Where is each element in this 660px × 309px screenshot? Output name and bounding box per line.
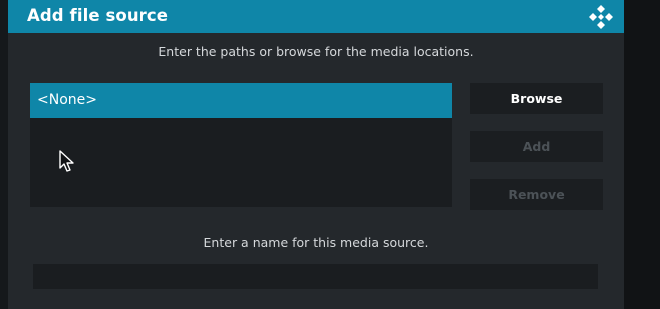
media-source-name-field[interactable] <box>33 264 598 289</box>
dialog-titlebar: Add file source <box>8 0 624 33</box>
name-instruction: Enter a name for this media source. <box>203 235 429 250</box>
path-list-item[interactable]: <None> <box>30 83 452 118</box>
background-right <box>624 0 660 309</box>
mouse-pointer-icon <box>59 150 74 172</box>
add-button[interactable]: Add <box>470 131 603 162</box>
source-paths-list[interactable]: <None> <box>30 83 452 207</box>
paths-instruction: Enter the paths or browse for the media … <box>158 44 474 59</box>
remove-button[interactable]: Remove <box>470 179 603 210</box>
background-left <box>0 0 8 309</box>
browse-button[interactable]: Browse <box>470 83 603 114</box>
dialog-title: Add file source <box>27 6 169 25</box>
kodi-logo-icon <box>589 5 613 29</box>
add-file-source-dialog: Add file source Enter the paths or brows… <box>8 0 624 309</box>
